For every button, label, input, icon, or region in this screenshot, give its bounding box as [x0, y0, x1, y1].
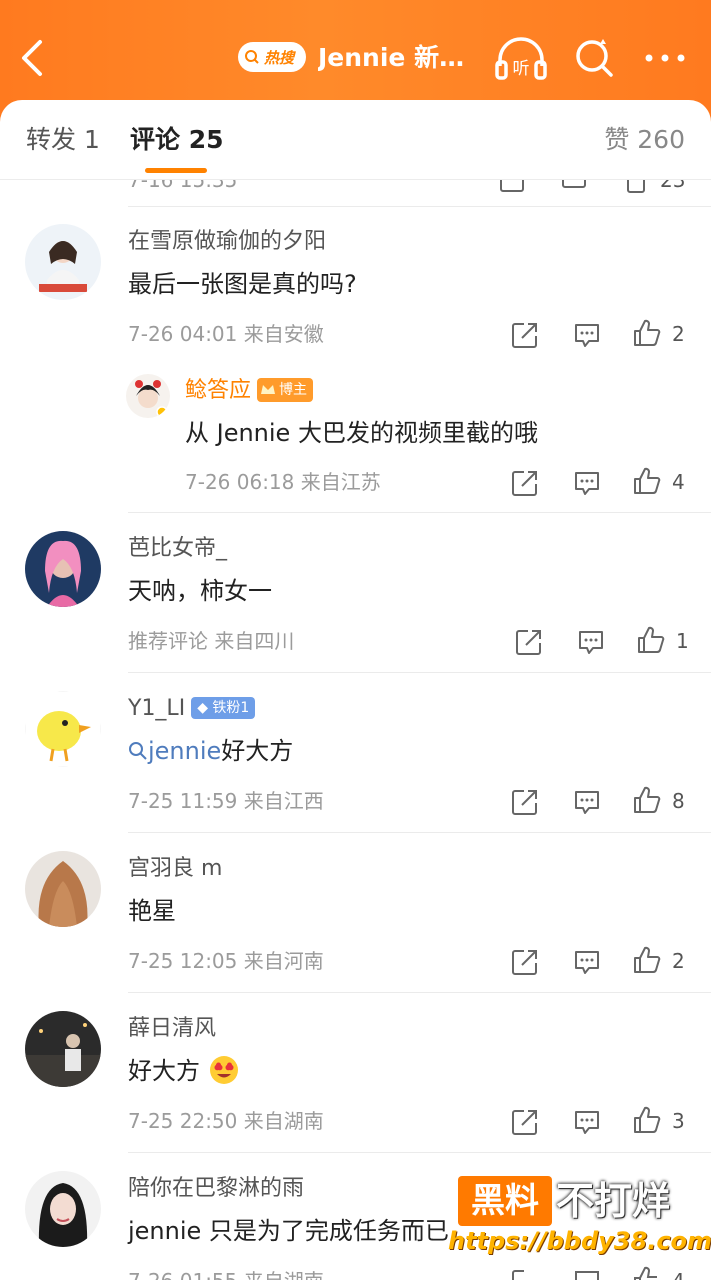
reply-icon[interactable]	[572, 1107, 602, 1137]
like-count: 4	[672, 1267, 685, 1280]
watermark-box: 黑料	[458, 1176, 552, 1226]
hot-search-label: 热搜	[264, 48, 295, 67]
comment-meta: 7-26 04:01 来自安徽	[128, 322, 324, 346]
comment-meta: 推荐评论 来自四川	[128, 629, 295, 653]
comment-username[interactable]: 在雪原做瑜伽的夕阳	[128, 227, 326, 257]
like-count: 4	[672, 470, 685, 494]
comment-item: 芭比女帝_ 天呐，柿女一 推荐评论 来自四川 1	[0, 513, 711, 672]
page-title: Jennie 新…	[318, 43, 465, 72]
like-count: 1	[676, 629, 689, 653]
like-icon[interactable]	[632, 466, 662, 496]
comment-text: 最后一张图是真的吗?	[128, 270, 357, 298]
like-icon[interactable]	[636, 625, 666, 655]
reply-icon[interactable]	[572, 947, 602, 977]
hot-search-icon	[245, 50, 259, 64]
active-tab-indicator	[145, 168, 207, 173]
comment-username[interactable]: 宫羽良 m	[128, 854, 222, 884]
like-count: 2	[672, 949, 685, 973]
reply-icon[interactable]	[572, 468, 602, 498]
comment-text: 好大方	[128, 1054, 240, 1088]
fan-badge: ◆ 铁粉1	[191, 697, 256, 719]
reply-icon[interactable]	[576, 627, 606, 657]
like-count: 3	[672, 1109, 685, 1133]
avatar[interactable]	[25, 531, 101, 607]
reply-meta: 7-26 06:18 来自江苏	[185, 470, 381, 494]
avatar[interactable]	[25, 1171, 101, 1247]
share-icon[interactable]	[510, 468, 540, 498]
hot-search-pill[interactable]: 热搜	[238, 42, 306, 72]
comment-username[interactable]: 薛日清风	[128, 1014, 216, 1044]
heart-eyes-emoji-icon	[209, 1056, 238, 1084]
watermark-overlay: 黑料 不打烊 https://bbdy38.com	[446, 1170, 711, 1262]
watermark-text: 不打烊	[556, 1179, 671, 1223]
comment-text: jennie好大方	[128, 734, 293, 768]
share-icon[interactable]	[510, 787, 540, 817]
back-arrow-icon[interactable]	[18, 38, 48, 78]
reply-username-text: 鲶答应	[185, 378, 252, 403]
avatar[interactable]	[25, 224, 101, 300]
blogger-badge: 博主	[257, 378, 314, 402]
comment-username[interactable]: 陪你在巴黎淋的雨	[128, 1174, 304, 1204]
tab-reposts[interactable]: 转发 1	[26, 124, 100, 156]
comment-text: 天呐，柿女一	[128, 577, 272, 605]
comment-username-text: Y1_LI	[128, 696, 186, 721]
more-icon[interactable]	[642, 44, 688, 72]
headphones-listen-icon[interactable]: 听	[494, 34, 548, 82]
comment-username[interactable]: Y1_LI ◆ 铁粉1	[128, 694, 256, 724]
like-count: 23	[660, 180, 686, 192]
topic-link[interactable]: jennie	[128, 737, 221, 765]
like-icon[interactable]	[620, 180, 648, 194]
tab-bar: 转发 1 评论 25 赞 260	[0, 100, 711, 180]
comment-meta: 7-25 11:59 来自江西	[128, 789, 324, 813]
comment-item: 在雪原做瑜伽的夕阳 最后一张图是真的吗? 7-26 04:01 来自安徽 2 鲶…	[0, 206, 711, 512]
tab-likes[interactable]: 赞 260	[604, 124, 685, 156]
like-icon[interactable]	[632, 945, 662, 975]
like-icon[interactable]	[632, 318, 662, 348]
watermark-url: https://bbdy38.com	[448, 1227, 711, 1255]
comment-meta: 7-25 12:05 来自河南	[128, 949, 324, 973]
avatar[interactable]	[25, 851, 101, 927]
tab-comments[interactable]: 评论 25	[130, 124, 224, 156]
comment-meta: 7-26 01:55 来自湖南	[128, 1267, 324, 1280]
comment-username[interactable]: 芭比女帝_	[128, 534, 227, 564]
share-icon[interactable]	[498, 180, 526, 194]
crown-icon	[261, 385, 276, 394]
previous-time: 7-16 15:35	[128, 180, 238, 192]
avatar[interactable]	[25, 691, 101, 767]
comment-item: 薛日清风 好大方 7-25 22:50 来自湖南 3	[0, 993, 711, 1152]
reply-username[interactable]: 鲶答应 博主	[185, 376, 314, 406]
reply-icon[interactable]	[560, 180, 588, 194]
like-icon[interactable]	[632, 785, 662, 815]
comment-item: Y1_LI ◆ 铁粉1 jennie好大方 7-25 11:59 来自江西 8	[0, 673, 711, 832]
comment-item: 宫羽良 m 艳星 7-25 12:05 来自河南 2	[0, 833, 711, 992]
like-icon[interactable]	[632, 1265, 662, 1280]
previous-comment-cut: 7-16 15:35 23	[0, 180, 711, 206]
like-icon[interactable]	[632, 1105, 662, 1135]
share-icon[interactable]	[510, 320, 540, 350]
reply-icon[interactable]	[572, 1267, 602, 1280]
reply-avatar[interactable]	[126, 374, 170, 418]
reply-icon[interactable]	[572, 787, 602, 817]
share-icon[interactable]	[510, 1107, 540, 1137]
comment-text: 艳星	[128, 897, 176, 925]
reply-icon[interactable]	[572, 320, 602, 350]
topic-search-icon	[129, 742, 147, 760]
share-icon[interactable]	[514, 627, 544, 657]
comment-meta: 7-25 22:50 来自湖南	[128, 1109, 324, 1133]
comment-text: jennie 只是为了完成任务而已	[128, 1217, 449, 1245]
listen-label: 听	[513, 59, 530, 79]
like-count: 2	[672, 322, 685, 346]
share-icon[interactable]	[510, 1267, 540, 1280]
share-icon[interactable]	[510, 947, 540, 977]
like-count: 8	[672, 789, 685, 813]
search-icon[interactable]	[572, 36, 616, 80]
avatar[interactable]	[25, 1011, 101, 1087]
reply-text: 从 Jennie 大巴发的视频里截的哦	[185, 419, 538, 447]
